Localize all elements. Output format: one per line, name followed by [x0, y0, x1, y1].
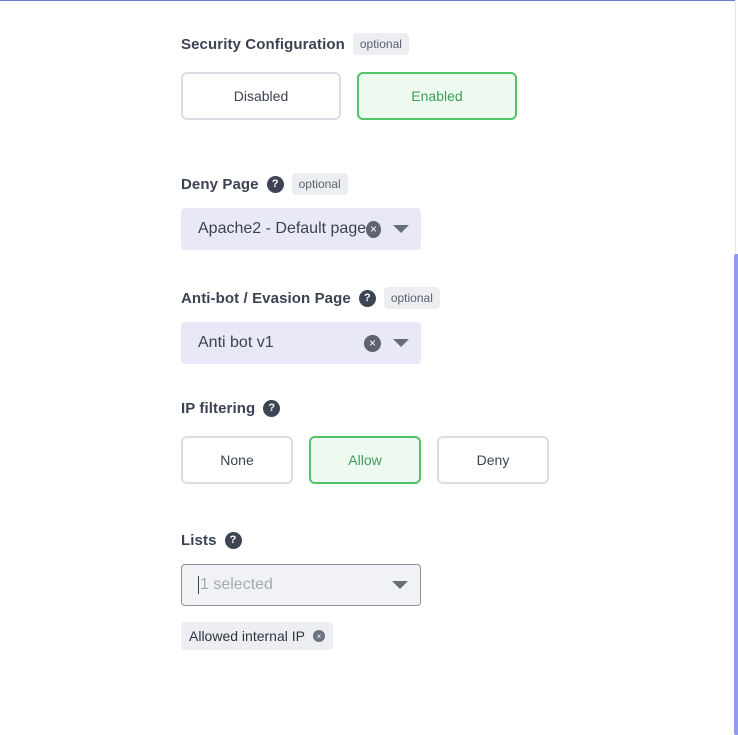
- security-configuration-label: Security Configuration: [181, 35, 345, 53]
- chevron-down-icon[interactable]: [392, 581, 408, 589]
- lists-label-row: Lists ?: [181, 528, 242, 552]
- chevron-down-icon[interactable]: [393, 225, 409, 233]
- ip-filtering-label-row: IP filtering ?: [181, 396, 281, 420]
- ip-filter-allow-button[interactable]: Allow: [309, 436, 421, 484]
- security-disabled-button[interactable]: Disabled: [181, 72, 341, 120]
- antibot-page-select[interactable]: Anti bot v1 ×: [181, 322, 421, 364]
- security-enabled-button[interactable]: Enabled: [357, 72, 517, 120]
- help-icon[interactable]: ?: [358, 289, 376, 307]
- help-icon[interactable]: ?: [224, 531, 242, 549]
- optional-badge: optional: [383, 287, 440, 309]
- ip-filtering-section: IP filtering ?: [181, 396, 281, 420]
- deny-page-section: Deny Page ? optional: [181, 172, 348, 196]
- optional-badge: optional: [352, 33, 409, 55]
- help-icon[interactable]: ?: [266, 175, 284, 193]
- chip-label: Allowed internal IP: [189, 628, 305, 644]
- antibot-page-label-row: Anti-bot / Evasion Page ? optional: [181, 286, 440, 310]
- ip-filtering-label: IP filtering: [181, 399, 256, 417]
- deny-page-label-row: Deny Page ? optional: [181, 172, 348, 196]
- selected-list-chip: Allowed internal IP ×: [181, 622, 333, 650]
- security-configuration-label-row: Security Configuration optional: [181, 32, 409, 56]
- antibot-page-section: Anti-bot / Evasion Page ? optional: [181, 286, 440, 310]
- deny-page-label: Deny Page: [181, 175, 259, 193]
- ip-filter-deny-button[interactable]: Deny: [437, 436, 549, 484]
- help-icon[interactable]: ?: [263, 399, 281, 417]
- remove-chip-icon[interactable]: ×: [312, 630, 325, 642]
- deny-page-select[interactable]: Apache2 - Default page ×: [181, 208, 421, 250]
- lists-multiselect[interactable]: 1 selected: [181, 564, 421, 606]
- ip-filter-none-button[interactable]: None: [181, 436, 293, 484]
- top-border: [0, 0, 736, 1]
- chevron-down-icon[interactable]: [393, 339, 409, 347]
- clear-icon[interactable]: ×: [366, 220, 381, 238]
- optional-badge: optional: [291, 173, 348, 195]
- clear-icon[interactable]: ×: [364, 334, 381, 352]
- lists-section: Lists ?: [181, 528, 242, 552]
- antibot-page-value: Anti bot v1: [198, 334, 274, 351]
- lists-label: Lists: [181, 531, 217, 549]
- lists-search-input[interactable]: 1 selected: [198, 576, 392, 594]
- deny-page-value: Apache2 - Default page: [198, 220, 367, 237]
- antibot-page-label: Anti-bot / Evasion Page: [181, 289, 351, 307]
- security-configuration-section: Security Configuration optional: [181, 32, 409, 56]
- scrollbar-thumb[interactable]: [734, 254, 738, 735]
